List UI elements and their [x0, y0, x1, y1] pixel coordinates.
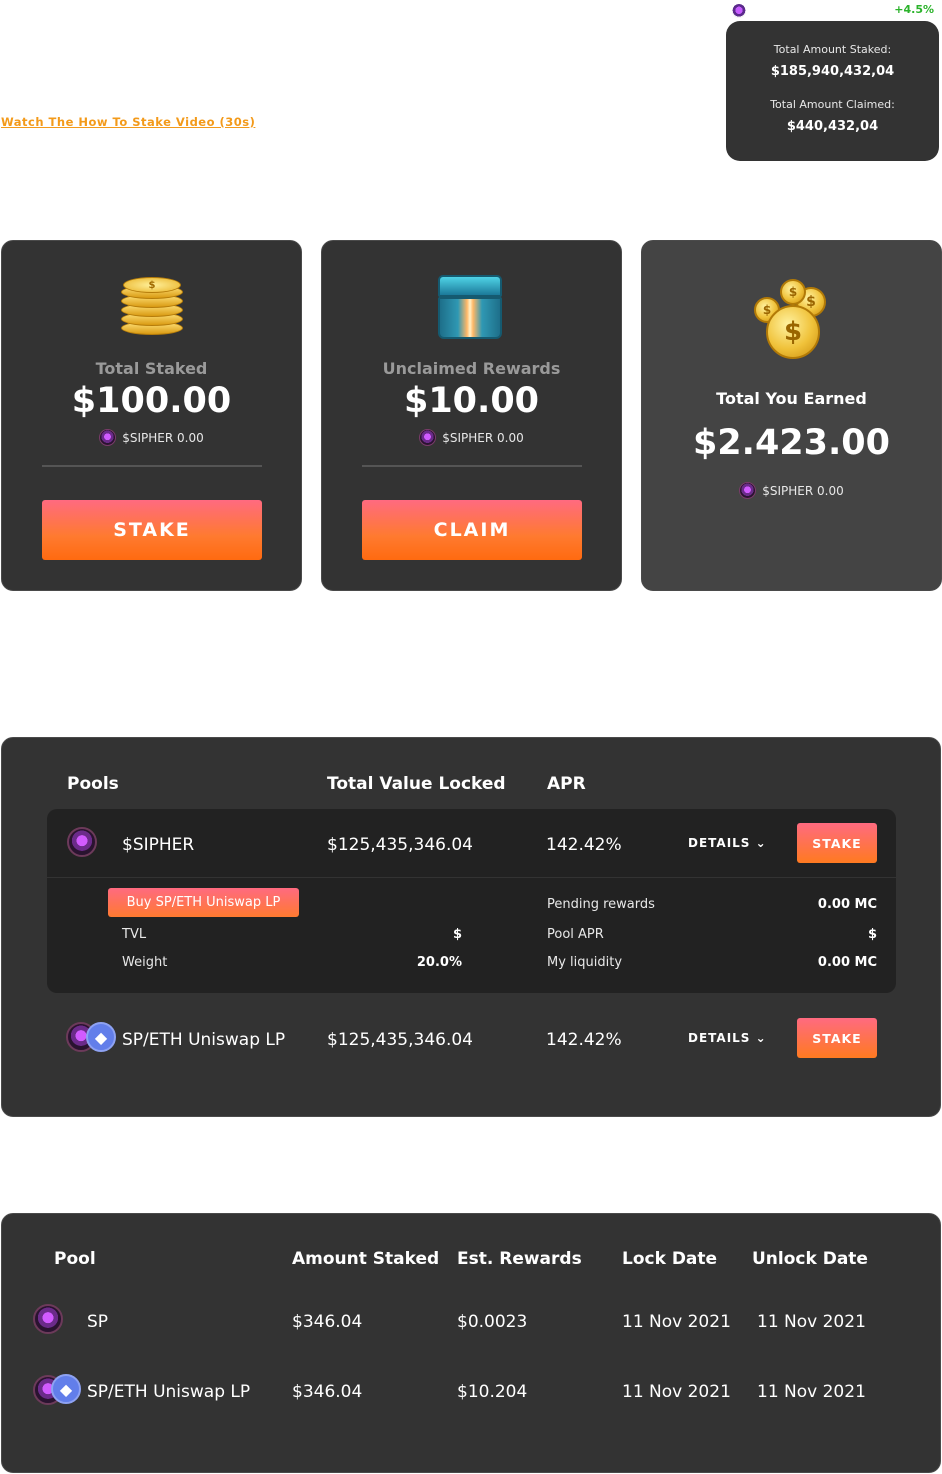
apr-header: APR — [547, 774, 586, 794]
card-amount: $2.423.00 — [692, 423, 891, 463]
sipher-token-icon — [419, 429, 437, 446]
sipher-token-icon — [739, 482, 757, 499]
buy-lp-button[interactable]: Buy SP/ETH Uniswap LP — [108, 888, 299, 917]
pool-tvl: $125,435,346.04 — [327, 835, 474, 855]
pools-header: Pools — [67, 774, 119, 794]
weight-value: 20.0% — [416, 955, 462, 970]
my-liquidity-value: 0.00 MC — [817, 955, 877, 970]
details-toggle[interactable]: DETAILS ⌄ — [688, 836, 767, 850]
card-title: Total Staked — [95, 359, 208, 378]
card-title: Unclaimed Rewards — [382, 359, 561, 378]
stake-button[interactable]: STAKE — [42, 500, 262, 560]
card-amount: $10.00 — [403, 381, 540, 421]
tvl-value: $ — [452, 927, 462, 942]
total-earned-card: $ $ $ $ Total You Earned $2.423.00 $SIPH… — [641, 240, 942, 591]
details-toggle[interactable]: DETAILS ⌄ — [688, 1031, 767, 1045]
pool-tvl: $125,435,346.04 — [327, 1030, 474, 1050]
pool-name: $SIPHER — [122, 835, 195, 855]
card-sub: $SIPHER 0.00 — [2, 429, 301, 446]
lock-date-cell: 11 Nov 2021 — [622, 1382, 731, 1402]
pool-apr: 142.42% — [546, 835, 622, 855]
amount-cell: $346.04 — [292, 1382, 363, 1402]
card-sub-text: $SIPHER 0.00 — [762, 483, 844, 498]
total-claimed-label: Total Amount Claimed: — [770, 98, 895, 111]
pool-row-expanded: $SIPHER $125,435,346.04 142.42% DETAILS … — [47, 809, 896, 993]
divider — [42, 465, 262, 467]
card-sub: $SIPHER 0.00 — [322, 429, 621, 446]
lock-column-header: Lock Date — [622, 1249, 718, 1269]
how-to-stake-video-link[interactable]: Watch The How To Stake Video (30s) — [1, 115, 255, 129]
ethereum-icon: ◆ — [51, 1374, 81, 1404]
pool-apr-value: $ — [867, 927, 877, 942]
reward-chest-icon — [434, 271, 506, 343]
rewards-cell: $10.204 — [457, 1382, 528, 1402]
pools-panel: Pools Total Value Locked APR $SIPHER $12… — [1, 737, 941, 1117]
sipher-token-icon — [99, 429, 117, 446]
pending-rewards-value: 0.00 MC — [817, 897, 877, 912]
pool-apr: 142.42% — [546, 1030, 622, 1050]
unclaimed-rewards-card: Unclaimed Rewards $10.00 $SIPHER 0.00 CL… — [321, 240, 622, 591]
total-claimed-value: $440,432,04 — [786, 119, 879, 134]
rewards-column-header: Est. Rewards — [457, 1249, 582, 1269]
card-sub: $SIPHER 0.00 — [642, 482, 941, 499]
card-amount: $100.00 — [71, 381, 232, 421]
amount-cell: $346.04 — [292, 1312, 363, 1332]
total-staked-label: Total Amount Staked: — [773, 43, 892, 56]
divider — [47, 877, 896, 878]
divider — [362, 465, 582, 467]
pool-cell: SP/ETH Uniswap LP — [87, 1382, 251, 1402]
total-staked-value: $185,940,432,04 — [770, 64, 895, 79]
claim-button[interactable]: CLAIM — [362, 500, 582, 560]
weight-label: Weight — [122, 955, 168, 970]
coin-stack-icon: $ — [121, 277, 183, 337]
unlock-date-cell: 11 Nov 2021 — [757, 1382, 866, 1402]
sipher-token-icon — [67, 827, 97, 857]
gold-coins-icon: $ $ $ $ — [750, 277, 840, 367]
pending-rewards-label: Pending rewards — [547, 897, 655, 912]
rewards-cell: $0.0023 — [457, 1312, 528, 1332]
sipher-token-icon — [33, 1304, 63, 1334]
price-change-badge: +4.5% — [894, 3, 934, 16]
pool-name: SP/ETH Uniswap LP — [122, 1030, 286, 1050]
pool-apr-label: Pool APR — [547, 927, 604, 942]
total-staked-card: $ Total Staked $100.00 $SIPHER 0.00 STAK… — [1, 240, 302, 591]
pool-stake-button[interactable]: STAKE — [797, 1018, 877, 1058]
tvl-header: Total Value Locked — [327, 774, 506, 794]
amount-column-header: Amount Staked — [292, 1249, 440, 1269]
lock-date-cell: 11 Nov 2021 — [622, 1312, 731, 1332]
card-sub-text: $SIPHER 0.00 — [122, 430, 204, 445]
ethereum-icon: ◆ — [86, 1022, 116, 1052]
unlock-date-cell: 11 Nov 2021 — [757, 1312, 866, 1332]
card-title: Total You Earned — [716, 389, 867, 408]
unlock-column-header: Unlock Date — [752, 1249, 868, 1269]
pool-cell: SP — [87, 1312, 109, 1332]
card-sub-text: $SIPHER 0.00 — [442, 430, 524, 445]
staked-table: Pool Amount Staked Est. Rewards Lock Dat… — [1, 1213, 941, 1473]
summary-card: Total Amount Staked: $185,940,432,04 Tot… — [726, 21, 939, 161]
my-liquidity-label: My liquidity — [547, 955, 623, 970]
sipher-token-icon — [732, 4, 746, 18]
pool-column-header: Pool — [54, 1249, 96, 1269]
tvl-label: TVL — [122, 927, 147, 942]
pool-stake-button[interactable]: STAKE — [797, 823, 877, 863]
